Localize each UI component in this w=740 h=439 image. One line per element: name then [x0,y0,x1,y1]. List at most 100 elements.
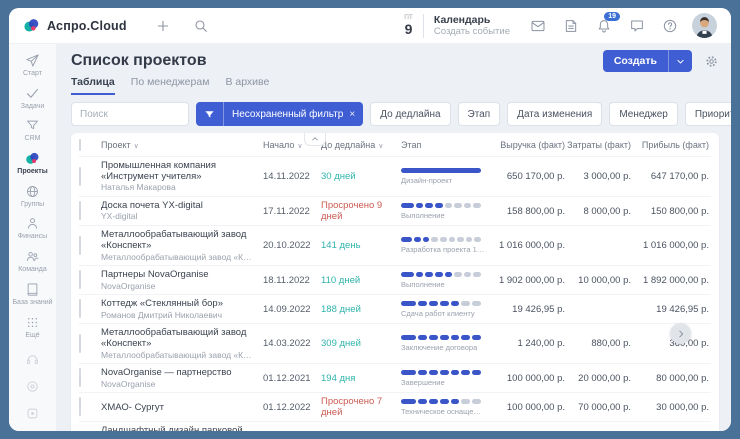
project-cell[interactable]: Металлообрабатывающий завод «Конспект»Ме… [101,229,263,262]
filter-chip-manager[interactable]: Менеджер [609,102,678,126]
search-icon[interactable] [193,18,209,34]
stage-progress-bar [401,203,481,208]
tab-archive[interactable]: В архиве [225,76,269,95]
deadline-cell: Просрочено 7 дней [321,396,401,418]
tab-table[interactable]: Таблица [71,76,115,95]
filter-chip-stage[interactable]: Этап [458,102,501,126]
project-cell[interactable]: Ландшафтный дизайн парковой территорииKr… [101,425,263,431]
project-cell[interactable]: Металлообрабатывающий завод «Конспект»Ме… [101,327,263,360]
project-cell[interactable]: Промышленная компания «Инструмент учител… [101,160,263,193]
notifications-bell-icon[interactable]: 19 [596,18,612,34]
filter-chip-change-date[interactable]: Дата изменения [507,102,602,126]
clear-filter-icon[interactable]: × [349,109,363,120]
stage-label: Выполнение [401,280,485,289]
tasks-icon [25,86,40,101]
support-icon[interactable] [25,352,40,367]
revenue-cell: 650 170,00 р. [487,171,565,182]
sidebar-item-projects[interactable]: Проекты [9,147,56,180]
row-checkbox[interactable] [79,201,81,220]
filter-chip-priority[interactable]: Приоритет [685,102,731,126]
page-settings-gear-icon[interactable] [704,54,719,69]
stage-label: Сдача работ клиенту [401,309,485,318]
scroll-right-button[interactable] [670,323,691,344]
more-grid-icon [25,315,40,330]
project-name[interactable]: Коттедж «Стеклянный бор» [101,298,255,309]
sidebar-item-tasks[interactable]: Задачи [9,82,56,115]
project-cell[interactable]: ХМАО- Сургут [101,402,263,413]
create-dropdown-caret-icon[interactable] [669,50,692,72]
column-header-profit[interactable]: Прибыль (факт) [631,140,711,150]
column-header-revenue[interactable]: Выручка (факт) [487,140,565,150]
row-checkbox[interactable] [79,167,81,186]
tab-by-managers[interactable]: По менеджерам [131,76,210,95]
table-row[interactable]: Металлообрабатывающий завод «Конспект»Ме… [79,323,711,363]
sidebar-item-crm[interactable]: CRM [9,114,56,147]
user-avatar[interactable] [692,13,717,38]
project-cell[interactable]: Партнеры NovaOrganiseNovaOrganise [101,269,263,291]
select-all-checkbox[interactable] [79,139,81,151]
quick-add-icon[interactable] [155,18,171,34]
create-button[interactable]: Создать [603,50,692,72]
row-checkbox-cell [79,369,101,387]
project-name[interactable]: Металлообрабатывающий завод «Конспект» [101,327,255,349]
notes-icon[interactable] [563,18,579,34]
column-header-stage[interactable]: Этап [401,140,487,150]
sidebar-item-groups[interactable]: Группы [9,180,56,213]
stage-cell: Заключение договора [401,335,487,352]
stage-segment [401,203,414,208]
project-cell[interactable]: NovaOrganise — партнерствоNovaOrganise [101,367,263,389]
stage-label: Заключение договора [401,343,485,352]
search-input[interactable] [71,102,189,126]
row-checkbox[interactable] [79,368,81,387]
table-row[interactable]: Ландшафтный дизайн парковой территорииKr… [79,421,711,431]
chat-icon[interactable] [629,18,645,34]
project-cell[interactable]: Доска почета YX-digitalYX-digital [101,200,263,222]
table-row[interactable]: Партнеры NovaOrganiseNovaOrganise18.11.2… [79,265,711,294]
row-checkbox[interactable] [79,334,81,353]
active-filter-pill[interactable]: Несохраненный фильтр × [196,102,363,126]
column-header-costs[interactable]: Затраты (факт) [565,140,631,150]
collapse-header-button[interactable] [304,133,326,146]
apps-icon[interactable] [25,406,40,421]
sidebar-item-finance[interactable]: Финансы [9,212,56,245]
table-row[interactable]: NovaOrganise — партнерствоNovaOrganise01… [79,363,711,392]
create-event-link[interactable]: Создать событие [434,26,510,37]
row-checkbox[interactable] [79,236,81,255]
row-checkbox[interactable] [79,397,81,416]
brand-logo-icon [23,17,40,34]
project-cell[interactable]: Коттедж «Стеклянный бор»Романов Дмитрий … [101,298,263,320]
column-header-deadline[interactable]: До дедлайна∨ [321,140,401,150]
project-name[interactable]: Партнеры NovaOrganise [101,269,255,280]
table-row[interactable]: ХМАО- Сургут01.12.2022Просрочено 7 днейТ… [79,392,711,421]
sidebar-item-start[interactable]: Старт [9,49,56,82]
column-header-project[interactable]: Проект∨ [101,140,263,150]
calendar-date-widget[interactable]: ПТ 9 [404,15,413,37]
calendar-link[interactable]: Календарь [434,14,510,27]
sidebar-item-knowledge-base[interactable]: База знаний [9,278,56,311]
brand[interactable]: Аспро.Cloud [23,17,127,34]
stage-segment [425,203,433,208]
table-row[interactable]: Доска почета YX-digitalYX-digital17.11.2… [79,196,711,225]
project-name[interactable]: Ландшафтный дизайн парковой территории [101,425,255,431]
project-name[interactable]: ХМАО- Сургут [101,402,255,413]
project-name[interactable]: Доска почета YX-digital [101,200,255,211]
project-name[interactable]: Промышленная компания «Инструмент учител… [101,160,255,182]
table-row[interactable]: Промышленная компания «Инструмент учител… [79,156,711,196]
filter-chip-deadline[interactable]: До дедлайна [370,102,450,126]
costs-cell: 8 000,00 р. [565,206,631,217]
help-icon[interactable] [662,18,678,34]
project-name[interactable]: NovaOrganise — партнерство [101,367,255,378]
costs-cell: 880,00 р. [565,338,631,349]
topbar: Аспро.Cloud ПТ 9 Календарь Создать событ… [9,8,731,44]
project-name[interactable]: Металлообрабатывающий завод «Конспект» [101,229,255,251]
stage-segment [418,370,427,375]
row-checkbox[interactable] [79,270,81,289]
stage-progress-bar [401,168,481,173]
sidebar-item-team[interactable]: Команда [9,245,56,278]
mail-icon[interactable] [530,18,546,34]
sidebar-item-more[interactable]: Ещё [9,311,56,344]
row-checkbox[interactable] [79,299,81,318]
table-row[interactable]: Металлообрабатывающий завод «Конспект»Ме… [79,225,711,265]
integrations-icon[interactable] [25,379,40,394]
table-row[interactable]: Коттедж «Стеклянный бор»Романов Дмитрий … [79,294,711,323]
